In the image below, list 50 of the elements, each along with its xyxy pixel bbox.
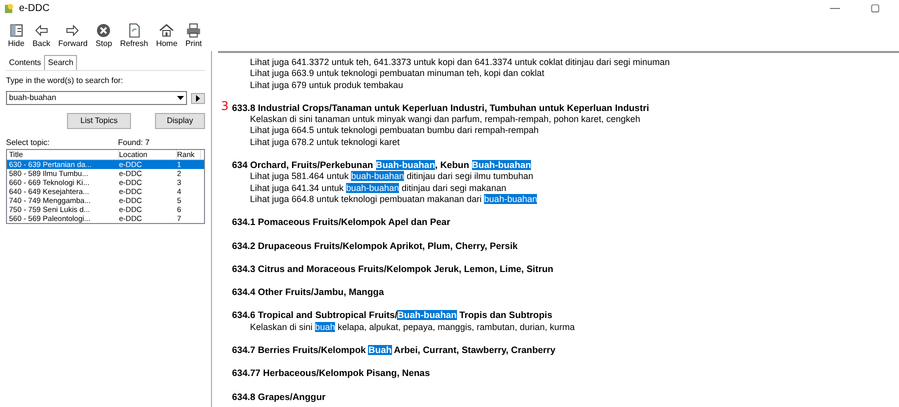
stop-icon [96,23,112,38]
panel-tab[interactable]: Search [44,55,78,70]
entry-heading: 634.4 Other Fruits/Jambu, Mangga [232,287,385,298]
entry-heading: 634.3 Citrus and Moraceous Fruits/Kelompok Jeruk, Lemon, Lime, Sitrun [232,264,554,276]
back-button[interactable]: Back [28,23,54,48]
prompt-label: Type in the word(s) to search for: [6,75,124,87]
entry-note: Lihat juga 679 untuk produk tembakau [249,80,404,91]
entry-note: Lihat juga 678.2 untuk teknologi karet [249,136,401,148]
refresh-icon [126,23,142,38]
entry-note: Kelaskan di sini buah kelapa, alpukat, pepaya, manggis, rambutan, durian, kurma [249,322,576,334]
right-arrow-icon [196,94,200,102]
entry-note: Lihat juga 664.8 untuk teknologi pembuatan makanan dari buah-buahan [249,194,538,206]
entry-heading: 634.77 Herbaceous/Kelompok Pisang, Nenas [232,368,431,380]
maximize-button[interactable]: ▢ [855,1,895,16]
app-icon [4,3,15,14]
entry-heading: 634.8 Grapes/Anggur [232,392,327,403]
hide-button[interactable]: Hide [4,23,28,48]
entry-note: Lihat juga 641.3372 untuk teh, 641.3373 untuk kopi dan 641.3374 untuk coklat ditinjau dari segi minuman [249,57,671,68]
stop-button[interactable]: Stop [92,23,116,48]
dropdown-arrow-icon [177,96,184,100]
panel-icon [8,23,24,38]
entry-heading: 634 Orchard, Fruits/Perkebunan Buah-buahan, Kebun Buah-buahan [232,160,532,172]
list-topics-button[interactable]: List Topics [67,113,131,129]
entry-note: Lihat juga 663.9 untuk teknologi pembuatan minuman teh, kopi dan coklat [249,68,546,80]
entry-heading: 634.6 Tropical and Subtropical Fruits/Buah-buahan Tropis dan Subtropis [232,310,554,322]
forward-arrow-icon [65,23,80,38]
panel-tab[interactable]: Contents [6,55,44,70]
forward-button[interactable]: Forward [54,23,92,48]
next-arrow-button[interactable] [191,92,205,104]
entry-heading: 633.8 Industrial Crops/Tanaman untuk Keperluan Industri, Tumbuhan untuk Keperluan Industri [232,102,650,114]
entry-note: Lihat juga 664.5 untuk teknologi pembuatan bumbu dari rempah-rempah [249,125,540,137]
home-button[interactable]: Home [152,23,182,48]
select-topic-label: Select topic: [6,137,51,149]
window-title: e-DDC [19,2,50,16]
entry-note: Kelaskan di sini tanaman untuk minyak wangi dan parfum, rempah-rempah, pohon karet, cengkeh [249,114,642,126]
back-arrow-icon [34,23,49,38]
printer-icon [186,23,202,38]
print-button[interactable]: Print [181,23,206,48]
entry-heading: 634.2 Drupaceous Fruits/Kelompok Aprikot, Plum, Cherry, Persik [232,240,519,252]
home-icon [159,23,174,38]
display-button[interactable]: Display [155,113,205,129]
found-count: Found: 7 [118,137,150,149]
refresh-button[interactable]: Refresh [116,23,152,48]
entry-note: Lihat juga 641.34 untuk buah-buahan ditinjau dari segi makanan [249,182,508,194]
entry-note: Lihat juga 581.464 untuk buah-buahan ditinjau dari segi ilmu tumbuhan [249,171,534,183]
search-combobox[interactable]: buah-buahan [6,91,187,105]
annotation-mark: 3 [221,100,229,112]
entry-heading: 634.7 Berries Fruits/Kelompok Buah Arbei, Currant, Stawberry, Cranberry [232,345,556,356]
minimize-button[interactable]: — [815,1,855,16]
entry-heading: 634.1 Pomaceous Fruits/Kelompok Apel dan Pear [232,217,452,229]
